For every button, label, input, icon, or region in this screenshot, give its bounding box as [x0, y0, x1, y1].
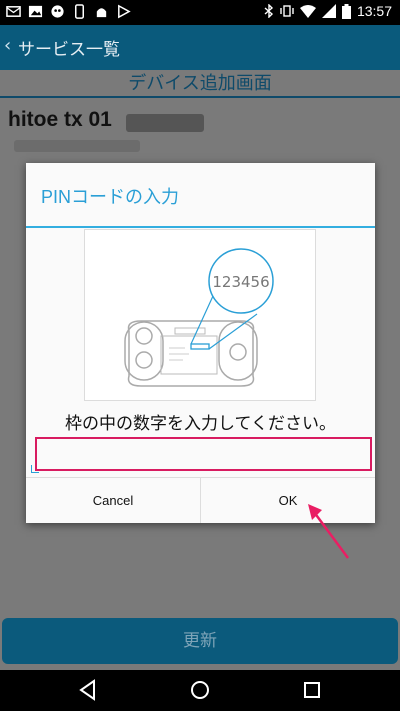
bluetooth-icon	[264, 4, 273, 18]
dialog-title: PINコードの入力	[41, 187, 180, 207]
redacted-device-id	[126, 114, 204, 132]
back-nav-icon[interactable]	[76, 678, 100, 702]
wifi-icon	[299, 4, 316, 18]
messenger-icon	[51, 5, 64, 18]
navigation-bar	[0, 670, 400, 711]
redacted-device-address	[14, 140, 140, 152]
system-icons: 13:57	[264, 3, 392, 19]
notification-icons	[6, 4, 131, 19]
back-chevron-icon[interactable]: ‹	[4, 35, 11, 56]
app-bar: ‹ サービス一覧	[0, 25, 400, 70]
signal-icon	[321, 4, 336, 18]
pin-example-label: 123456	[212, 273, 269, 291]
clock: 13:57	[356, 3, 392, 19]
screen-title: デバイス追加画面	[0, 70, 400, 98]
pin-location-illustration: 123456	[84, 229, 316, 401]
play-store-icon	[118, 4, 131, 19]
battery-icon	[341, 3, 351, 19]
back-to-service-list-button[interactable]: サービス一覧	[18, 35, 120, 60]
text-cursor-handle	[31, 465, 39, 473]
pin-input[interactable]	[35, 437, 372, 471]
phone-icon	[75, 4, 84, 19]
home-nav-icon[interactable]	[188, 678, 212, 702]
android-icon	[96, 8, 107, 18]
pin-code-dialog: PINコードの入力 123456 枠の中の数字を入力してください。 Cancel…	[26, 163, 375, 523]
cancel-button[interactable]: Cancel	[26, 478, 200, 523]
device-name[interactable]: hitoe tx 01	[8, 108, 112, 132]
dialog-divider	[26, 226, 375, 228]
update-button[interactable]: 更新	[2, 618, 398, 664]
image-icon	[28, 5, 43, 18]
dialog-message: 枠の中の数字を入力してください。	[65, 414, 336, 434]
mail-icon	[6, 6, 21, 17]
recents-nav-icon[interactable]	[300, 678, 324, 702]
status-bar: 13:57	[0, 0, 400, 25]
vibrate-icon	[280, 5, 294, 17]
pointer-arrow-annotation	[308, 504, 350, 559]
